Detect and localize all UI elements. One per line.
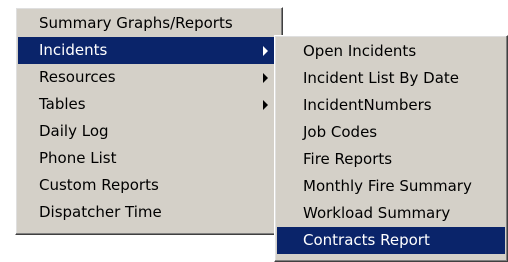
- menu-item-label: Incident List By Date: [303, 69, 460, 87]
- submenu-item-job-codes[interactable]: Job Codes: [277, 119, 505, 146]
- menu-item-summary-graphs-reports[interactable]: Summary Graphs/Reports: [18, 10, 280, 37]
- menu-item-dispatcher-time[interactable]: Dispatcher Time: [18, 199, 280, 226]
- submenu-item-incident-list-by-date[interactable]: Incident List By Date: [277, 65, 505, 92]
- menu-item-label: Open Incidents: [303, 42, 417, 60]
- submenu-arrow-icon: [263, 100, 268, 110]
- submenu-item-fire-reports[interactable]: Fire Reports: [277, 146, 505, 173]
- submenu-item-incident-numbers[interactable]: IncidentNumbers: [277, 92, 505, 119]
- menu-item-label: Custom Reports: [39, 176, 159, 194]
- menu-item-custom-reports[interactable]: Custom Reports: [18, 172, 280, 199]
- menu-item-label: Workload Summary: [303, 204, 451, 222]
- menu-item-label: Tables: [39, 95, 86, 113]
- incidents-submenu: Open Incidents Incident List By Date Inc…: [274, 35, 508, 262]
- menu-item-tables[interactable]: Tables: [18, 91, 280, 118]
- submenu-item-monthly-fire-summary[interactable]: Monthly Fire Summary: [277, 173, 505, 200]
- menu-item-label: Incidents: [39, 41, 108, 59]
- menu-item-label: Daily Log: [39, 122, 109, 140]
- menu-item-label: Summary Graphs/Reports: [39, 14, 233, 32]
- menu-item-label: Resources: [39, 68, 116, 86]
- menu-item-phone-list[interactable]: Phone List: [18, 145, 280, 172]
- menu-item-label: Job Codes: [303, 123, 378, 141]
- submenu-item-contracts-report[interactable]: Contracts Report: [277, 227, 505, 254]
- menu-item-label: Phone List: [39, 149, 117, 167]
- main-menu: Summary Graphs/Reports Incidents Resourc…: [15, 7, 283, 235]
- menu-item-label: Monthly Fire Summary: [303, 177, 472, 195]
- menu-item-incidents[interactable]: Incidents: [18, 37, 280, 64]
- menu-item-label: IncidentNumbers: [303, 96, 432, 114]
- menu-item-label: Contracts Report: [303, 231, 430, 249]
- menu-item-daily-log[interactable]: Daily Log: [18, 118, 280, 145]
- submenu-item-workload-summary[interactable]: Workload Summary: [277, 200, 505, 227]
- submenu-item-open-incidents[interactable]: Open Incidents: [277, 38, 505, 65]
- submenu-arrow-icon: [263, 46, 268, 56]
- submenu-arrow-icon: [263, 73, 268, 83]
- menu-item-label: Fire Reports: [303, 150, 393, 168]
- menu-item-resources[interactable]: Resources: [18, 64, 280, 91]
- menu-item-label: Dispatcher Time: [39, 203, 162, 221]
